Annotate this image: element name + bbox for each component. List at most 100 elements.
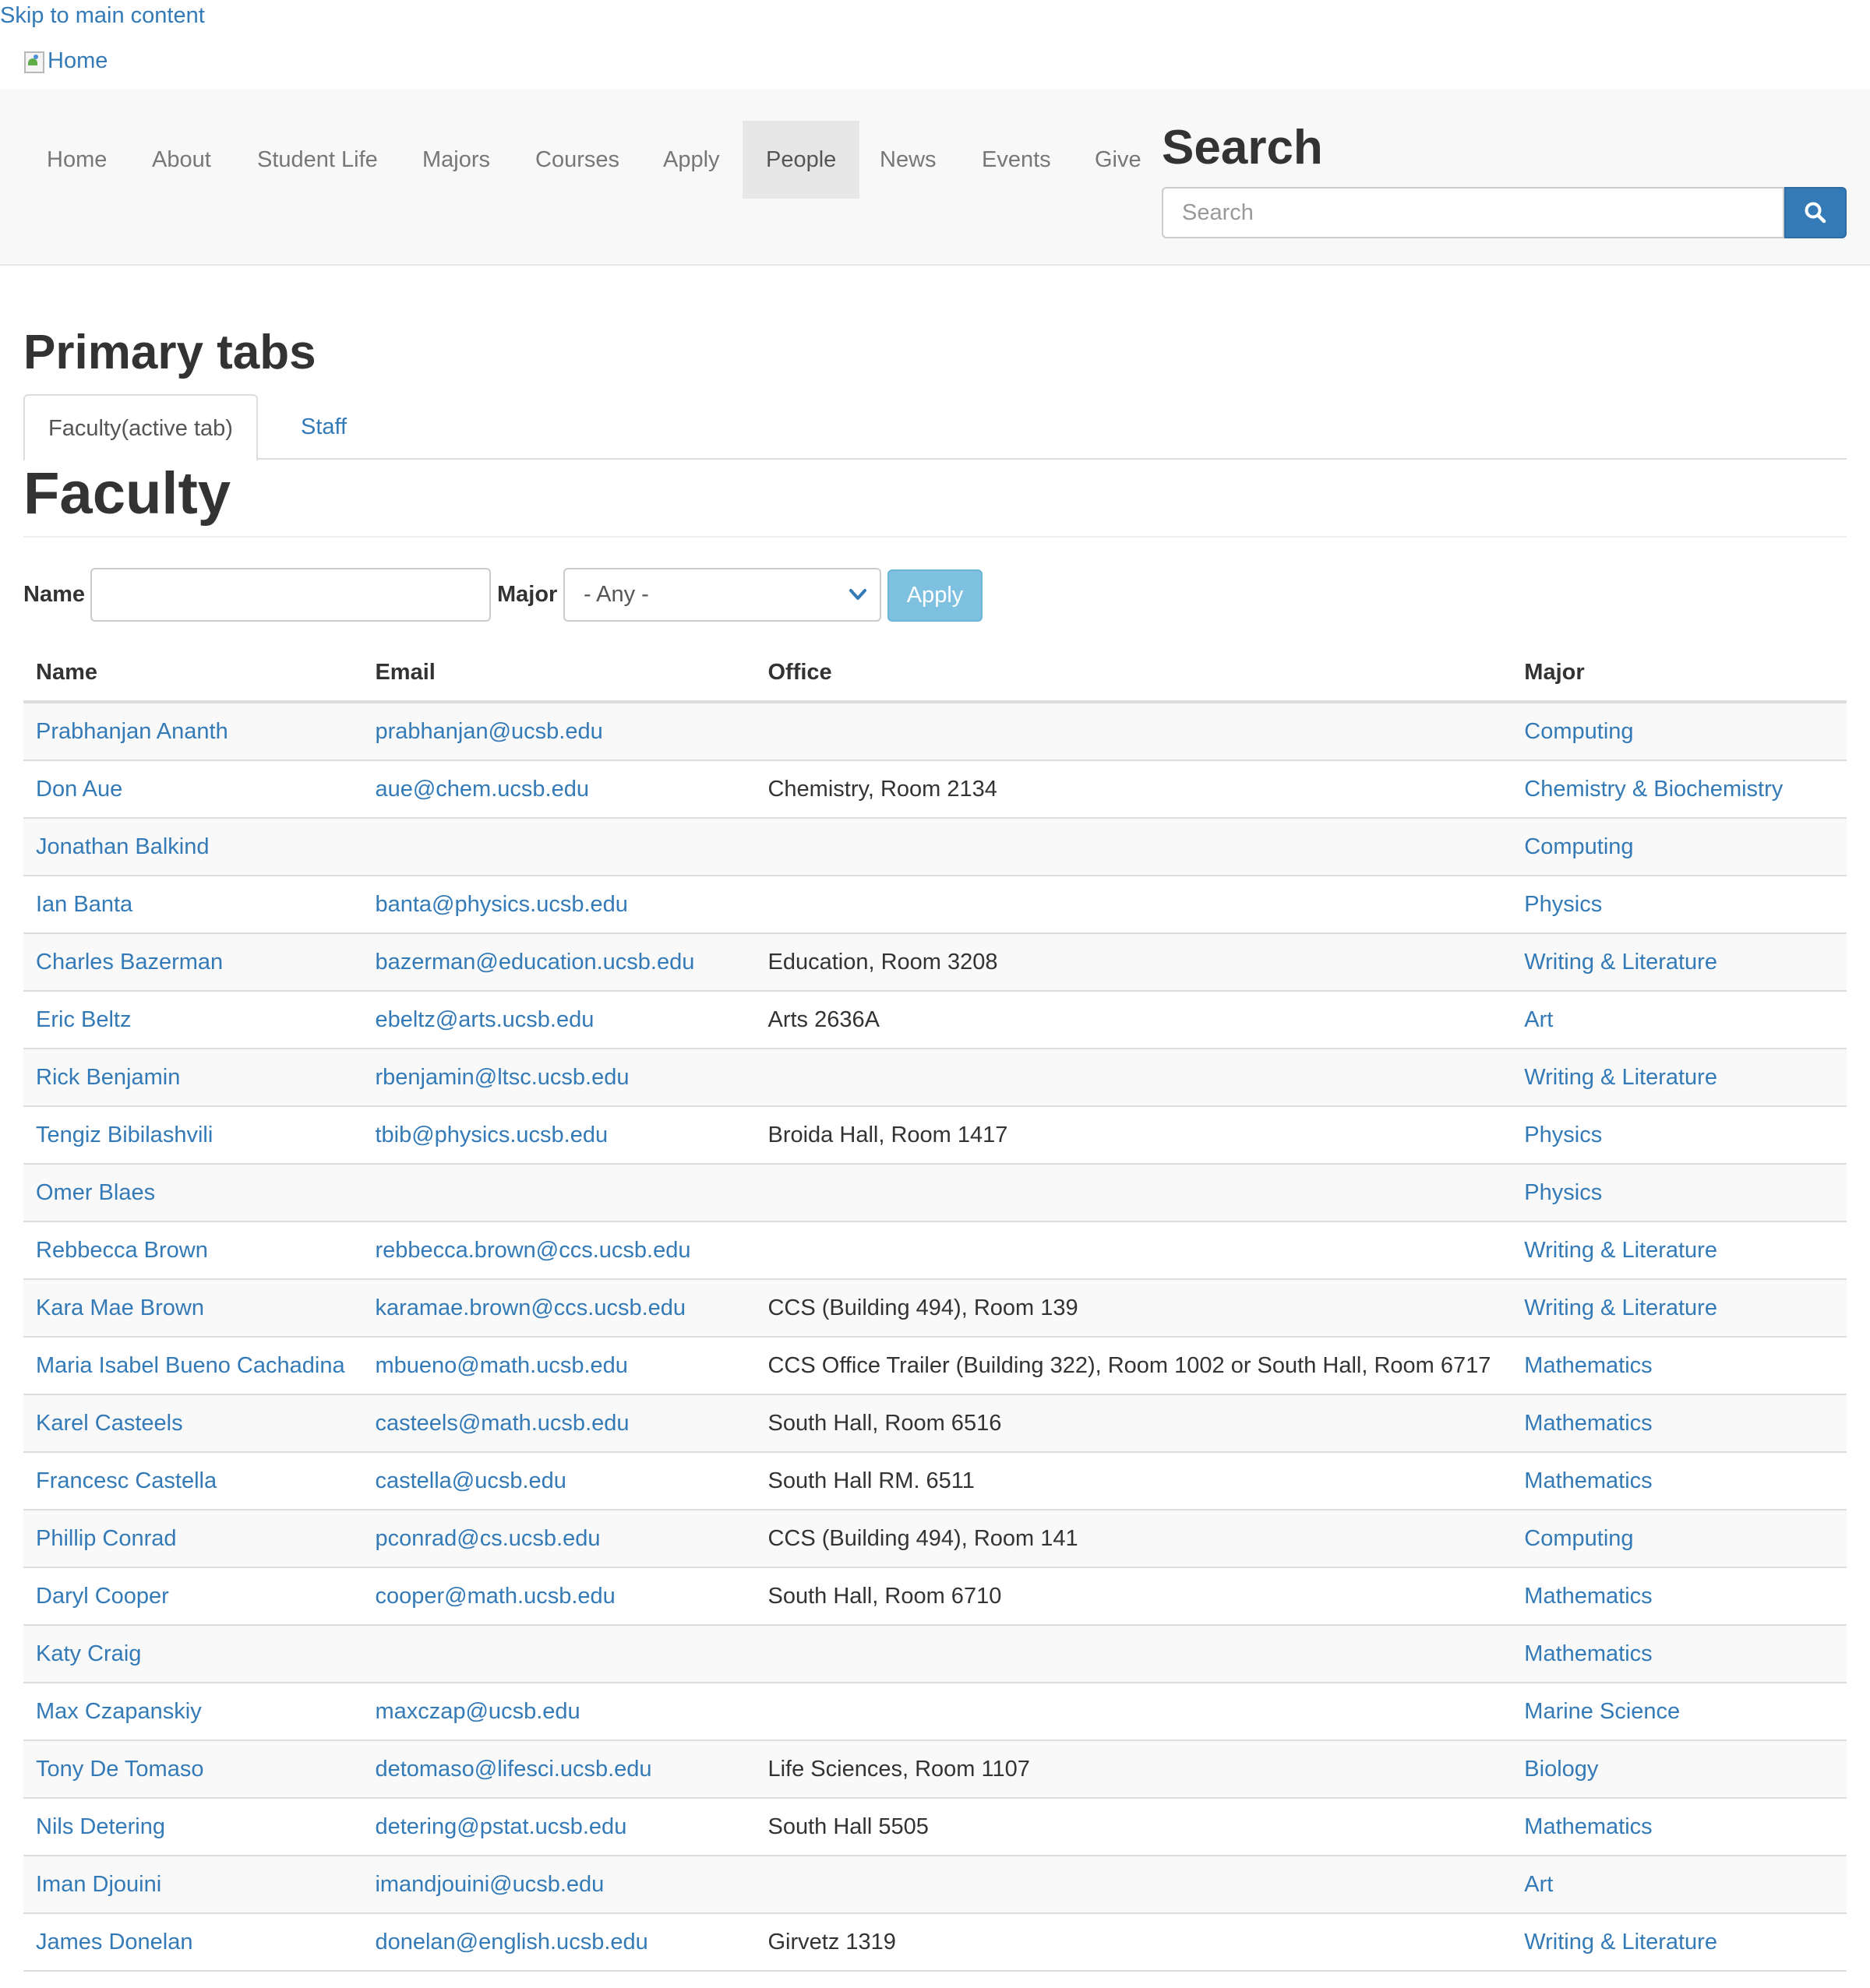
- faculty-email-link[interactable]: bazerman@education.ucsb.edu: [375, 950, 694, 975]
- faculty-major-link[interactable]: Physics: [1524, 892, 1602, 917]
- nav-item-give[interactable]: Give: [1071, 121, 1165, 199]
- faculty-major-link[interactable]: Art: [1524, 1872, 1553, 1897]
- faculty-major-link[interactable]: Mathematics: [1524, 1584, 1652, 1609]
- faculty-email-link[interactable]: casteels@math.ucsb.edu: [375, 1411, 629, 1436]
- table-cell-name: Maria Isabel Bueno Cachadina: [23, 1337, 363, 1395]
- faculty-name-link[interactable]: Phillip Conrad: [36, 1526, 177, 1551]
- faculty-email-link[interactable]: aue@chem.ucsb.edu: [375, 777, 589, 802]
- faculty-name-link[interactable]: Katy Craig: [36, 1641, 141, 1666]
- faculty-email-link[interactable]: mbueno@math.ucsb.edu: [375, 1353, 627, 1378]
- faculty-name-link[interactable]: Tony De Tomaso: [36, 1757, 203, 1782]
- faculty-name-link[interactable]: Rebbecca Brown: [36, 1238, 208, 1263]
- column-header-email[interactable]: Email: [362, 644, 756, 703]
- faculty-major-link[interactable]: Chemistry & Biochemistry: [1524, 777, 1783, 802]
- faculty-office: Arts 2636A: [767, 1006, 880, 1032]
- faculty-email-link[interactable]: castella@ucsb.edu: [375, 1468, 566, 1493]
- tab-staff[interactable]: Staff: [277, 394, 370, 460]
- column-header-major[interactable]: Major: [1512, 644, 1847, 703]
- faculty-name-link[interactable]: Omer Blaes: [36, 1180, 155, 1205]
- tab-faculty[interactable]: Faculty(active tab): [23, 394, 258, 461]
- nav-item-people[interactable]: People: [743, 121, 860, 199]
- chevron-down-icon: [849, 589, 866, 600]
- table-cell-email: ebeltz@arts.ucsb.edu: [362, 991, 756, 1049]
- nav-item-news[interactable]: News: [856, 121, 960, 199]
- faculty-email-link[interactable]: banta@physics.ucsb.edu: [375, 892, 627, 917]
- faculty-email-link[interactable]: pconrad@cs.ucsb.edu: [375, 1526, 600, 1551]
- faculty-major-link[interactable]: Computing: [1524, 719, 1633, 744]
- faculty-email-link[interactable]: imandjouini@ucsb.edu: [375, 1872, 604, 1897]
- faculty-name-link[interactable]: Francesc Castella: [36, 1468, 217, 1493]
- faculty-email-link[interactable]: rbenjamin@ltsc.ucsb.edu: [375, 1065, 629, 1090]
- faculty-name-link[interactable]: Nils Detering: [36, 1814, 165, 1839]
- table-cell-office: [755, 1683, 1512, 1741]
- faculty-name-link[interactable]: Charles Bazerman: [36, 950, 223, 975]
- table-cell-email: cooper@math.ucsb.edu: [362, 1567, 756, 1626]
- faculty-name-link[interactable]: Rick Benjamin: [36, 1065, 180, 1090]
- faculty-name-link[interactable]: Prabhanjan Ananth: [36, 719, 228, 744]
- faculty-major-link[interactable]: Marine Science: [1524, 1699, 1680, 1724]
- faculty-email-link[interactable]: tbib@physics.ucsb.edu: [375, 1123, 608, 1147]
- faculty-email-link[interactable]: prabhanjan@ucsb.edu: [375, 719, 602, 744]
- faculty-major-link[interactable]: Physics: [1524, 1123, 1602, 1147]
- faculty-major-link[interactable]: Writing & Literature: [1524, 1295, 1717, 1320]
- faculty-name-link[interactable]: James Donelan: [36, 1930, 193, 1955]
- page-title: Faculty: [23, 460, 231, 527]
- faculty-name-link[interactable]: Tengiz Bibilashvili: [36, 1123, 213, 1147]
- nav-item-about[interactable]: About: [129, 121, 235, 199]
- faculty-major-link[interactable]: Writing & Literature: [1524, 1065, 1717, 1090]
- table-cell-major: Mathematics: [1512, 1567, 1847, 1626]
- faculty-major-link[interactable]: Writing & Literature: [1524, 1930, 1717, 1955]
- skip-to-main-link[interactable]: Skip to main content: [0, 0, 205, 31]
- table-cell-office: [755, 1856, 1512, 1914]
- faculty-email-link[interactable]: detering@pstat.ucsb.edu: [375, 1814, 626, 1839]
- faculty-email-link[interactable]: maxczap@ucsb.edu: [375, 1699, 580, 1724]
- faculty-major-link[interactable]: Writing & Literature: [1524, 1238, 1717, 1263]
- major-filter-select[interactable]: - Any -: [563, 568, 881, 622]
- table-cell-major: Writing & Literature: [1512, 1049, 1847, 1107]
- faculty-major-link[interactable]: Writing & Literature: [1524, 950, 1717, 975]
- faculty-name-link[interactable]: Max Czapanskiy: [36, 1699, 202, 1724]
- column-header-name[interactable]: Name: [23, 644, 363, 703]
- nav-item-student-life[interactable]: Student Life: [234, 121, 401, 199]
- faculty-email-link[interactable]: rebbecca.brown@ccs.ucsb.edu: [375, 1238, 690, 1263]
- faculty-major-link[interactable]: Biology: [1524, 1757, 1598, 1782]
- faculty-major-link[interactable]: Physics: [1524, 1180, 1602, 1205]
- apply-filter-button[interactable]: Apply: [887, 569, 983, 622]
- nav-item-courses[interactable]: Courses: [512, 121, 643, 199]
- column-header-office[interactable]: Office: [755, 644, 1512, 703]
- faculty-major-link[interactable]: Mathematics: [1524, 1814, 1652, 1839]
- nav-item-apply[interactable]: Apply: [640, 121, 743, 199]
- faculty-name-link[interactable]: Karel Casteels: [36, 1411, 183, 1436]
- search-button[interactable]: [1784, 187, 1847, 238]
- faculty-major-link[interactable]: Computing: [1524, 1526, 1633, 1551]
- faculty-name-link[interactable]: Kara Mae Brown: [36, 1295, 204, 1320]
- search-input[interactable]: [1162, 187, 1784, 238]
- table-cell-email: bazerman@education.ucsb.edu: [362, 933, 756, 992]
- nav-item-majors[interactable]: Majors: [399, 121, 513, 199]
- faculty-major-link[interactable]: Mathematics: [1524, 1641, 1652, 1666]
- search-heading: Search: [1162, 121, 1323, 174]
- faculty-email-link[interactable]: detomaso@lifesci.ucsb.edu: [375, 1757, 651, 1782]
- faculty-major-link[interactable]: Art: [1524, 1007, 1553, 1032]
- faculty-office: Education, Room 3208: [767, 949, 998, 975]
- faculty-name-link[interactable]: Jonathan Balkind: [36, 834, 210, 859]
- faculty-major-link[interactable]: Mathematics: [1524, 1411, 1652, 1436]
- name-filter-input[interactable]: [90, 568, 491, 622]
- faculty-email-link[interactable]: donelan@english.ucsb.edu: [375, 1930, 647, 1955]
- faculty-major-link[interactable]: Computing: [1524, 834, 1633, 859]
- faculty-major-link[interactable]: Mathematics: [1524, 1353, 1652, 1378]
- nav-item-events[interactable]: Events: [958, 121, 1074, 199]
- faculty-major-link[interactable]: Mathematics: [1524, 1468, 1652, 1493]
- faculty-email-link[interactable]: karamae.brown@ccs.ucsb.edu: [375, 1295, 686, 1320]
- nav-item-home[interactable]: Home: [23, 121, 130, 199]
- faculty-email-link[interactable]: cooper@math.ucsb.edu: [375, 1584, 615, 1609]
- faculty-name-link[interactable]: Don Aue: [36, 777, 122, 802]
- faculty-name-link[interactable]: Daryl Cooper: [36, 1584, 169, 1609]
- faculty-name-link[interactable]: Ian Banta: [36, 892, 132, 917]
- faculty-name-link[interactable]: Maria Isabel Bueno Cachadina: [36, 1353, 345, 1378]
- faculty-email-link[interactable]: ebeltz@arts.ucsb.edu: [375, 1007, 594, 1032]
- home-logo-link[interactable]: Home: [23, 45, 108, 76]
- table-cell-major: Marine Science: [1512, 1683, 1847, 1741]
- faculty-name-link[interactable]: Iman Djouini: [36, 1872, 161, 1897]
- faculty-name-link[interactable]: Eric Beltz: [36, 1007, 131, 1032]
